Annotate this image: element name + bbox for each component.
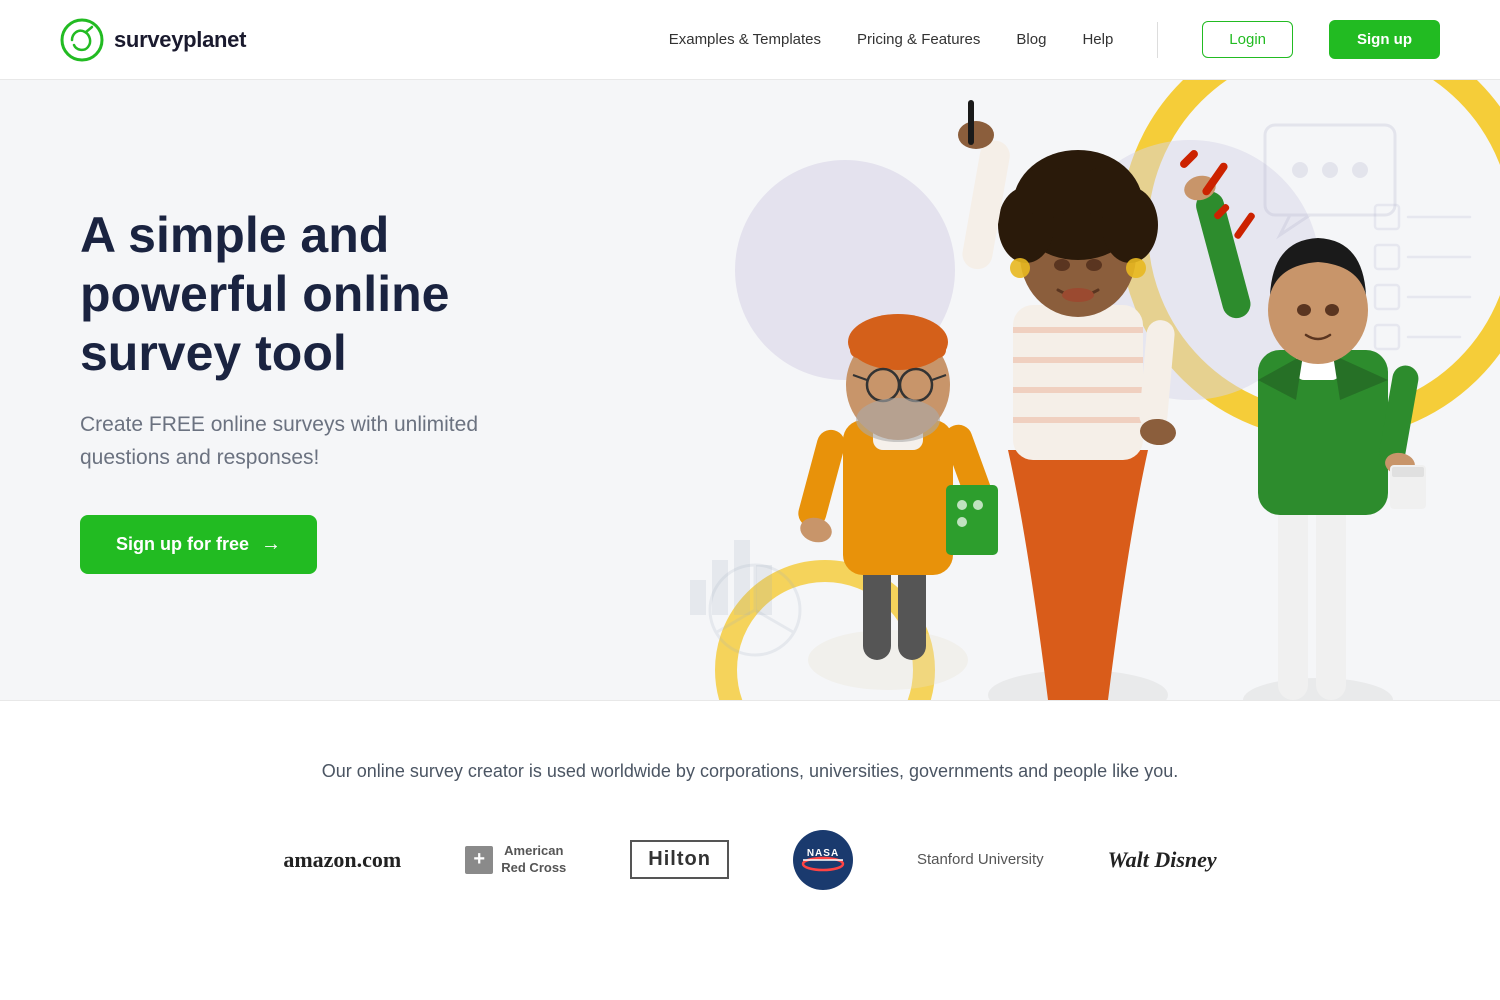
nav-divider	[1157, 22, 1158, 58]
cta-arrow-icon: →	[261, 533, 281, 556]
person-right	[1178, 148, 1426, 700]
hero-title: A simple and powerful online survey tool	[80, 206, 600, 383]
person-center	[958, 100, 1177, 700]
hero-illustration	[728, 100, 1448, 700]
nasa-circle-icon: NASA	[793, 830, 853, 890]
nav-examples[interactable]: Examples & Templates	[669, 31, 821, 48]
disney-logo: Walt Disney	[1108, 847, 1217, 873]
hilton-logo-text: Hilton	[630, 840, 729, 879]
main-nav: Examples & Templates Pricing & Features …	[669, 20, 1440, 59]
redcross-text: AmericanRed Cross	[501, 843, 566, 877]
redcross-logo: + AmericanRed Cross	[465, 843, 566, 877]
nav-blog[interactable]: Blog	[1016, 31, 1046, 48]
stanford-logo-text: Stanford University	[917, 849, 1044, 870]
logo[interactable]: surveyplanet	[60, 18, 246, 62]
amazon-logo: amazon.com	[283, 847, 401, 873]
nav-help[interactable]: Help	[1082, 31, 1113, 48]
signup-button[interactable]: Sign up	[1329, 20, 1440, 59]
brand-logos-row: amazon.com + AmericanRed Cross Hilton NA…	[60, 830, 1440, 890]
login-button[interactable]: Login	[1202, 21, 1293, 58]
stanford-logo: Stanford University	[917, 849, 1044, 870]
disney-logo-text: Walt Disney	[1108, 847, 1217, 873]
hero-section: A simple and powerful online survey tool…	[0, 80, 1500, 700]
person-left	[795, 314, 998, 690]
hero-left: A simple and powerful online survey tool…	[0, 80, 675, 700]
nasa-emblem: NASA	[795, 832, 851, 888]
trusted-section: Our online survey creator is used worldw…	[0, 700, 1500, 950]
logo-text: surveyplanet	[114, 27, 246, 53]
trusted-headline: Our online survey creator is used worldw…	[60, 757, 1440, 786]
amazon-logo-text: amazon.com	[283, 847, 401, 873]
nasa-logo: NASA	[793, 830, 853, 890]
hilton-logo: Hilton	[630, 840, 729, 879]
hero-cta-label: Sign up for free	[116, 534, 249, 555]
hero-subtitle: Create FREE online surveys with unlimite…	[80, 409, 520, 474]
redcross-plus-icon: +	[465, 846, 493, 874]
logo-icon	[60, 18, 104, 62]
hero-right	[675, 80, 1500, 700]
hero-cta-button[interactable]: Sign up for free →	[80, 515, 317, 574]
nav-pricing[interactable]: Pricing & Features	[857, 31, 980, 48]
